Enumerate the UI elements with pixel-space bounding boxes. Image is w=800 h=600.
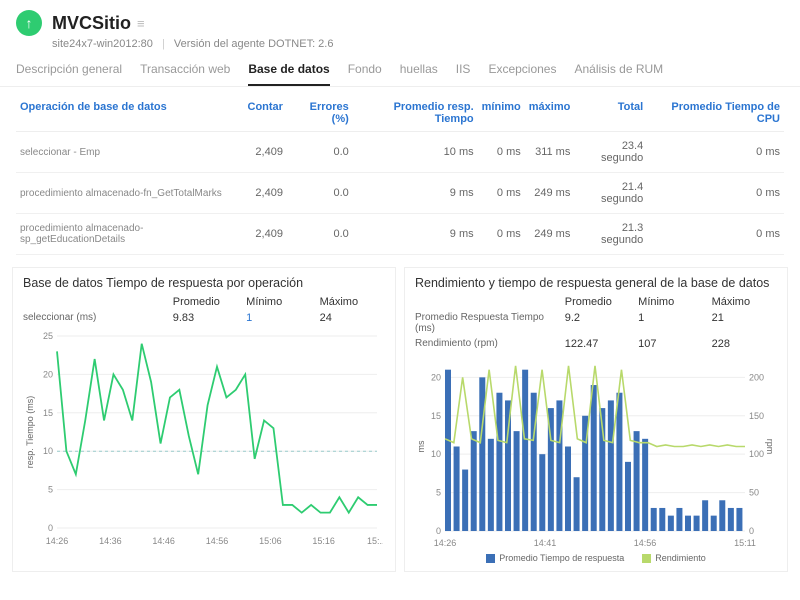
- svg-text:rpm: rpm: [765, 439, 775, 455]
- table-row[interactable]: procedimiento almacenado-sp_getEducation…: [16, 214, 784, 255]
- svg-text:15:11: 15:11: [734, 538, 756, 548]
- svg-text:ms: ms: [416, 440, 426, 452]
- page-title: MVCSitio: [52, 13, 131, 34]
- col-min[interactable]: mínimo: [478, 95, 525, 132]
- svg-text:20: 20: [43, 369, 53, 379]
- tab-fondo[interactable]: Fondo: [348, 62, 382, 86]
- tabs: Descripción general Transacción web Base d…: [0, 54, 800, 87]
- tab-transacción-web[interactable]: Transacción web: [140, 62, 230, 86]
- svg-text:15:06: 15:06: [259, 536, 282, 546]
- line-chart: 0 5 10 15 20 25 14:26 14:36 14:46 14:56 15:06 15:16…: [23, 330, 383, 550]
- col-operation[interactable]: Operación de base de datos: [16, 95, 244, 132]
- db-operations-table: Operación de base de datos Contar Errore…: [16, 95, 784, 255]
- chart-throughput-response: Rendimiento y tiempo de respuesta genera…: [404, 267, 788, 572]
- bar-line-chart: 0510152005010015020014:2614:4114:5615:11…: [415, 356, 775, 551]
- svg-text:10: 10: [43, 446, 53, 456]
- col-errors[interactable]: Errores (%): [287, 95, 353, 132]
- svg-text:14:26: 14:26: [46, 536, 69, 546]
- col-total[interactable]: Total: [574, 95, 647, 132]
- svg-text:20: 20: [431, 372, 441, 382]
- table-row[interactable]: procedimiento almacenado-fn_GetTotalMark…: [16, 173, 784, 214]
- chart-title: Rendimiento y tiempo de respuesta genera…: [415, 276, 777, 290]
- svg-text:200: 200: [749, 372, 764, 382]
- tab-huellas[interactable]: huellas: [400, 62, 438, 86]
- host-text: site24x7-win2012:80: [52, 38, 153, 50]
- legend: Promedio Tiempo de respuesta Rendimiento: [415, 553, 777, 563]
- svg-text:5: 5: [48, 485, 53, 495]
- tab-excepciones[interactable]: Excepciones: [488, 62, 556, 86]
- svg-text:14:46: 14:46: [152, 536, 175, 546]
- svg-text:0: 0: [436, 526, 441, 536]
- svg-text:15:16: 15:16: [312, 536, 335, 546]
- header: ↑ MVCSitio ≡ site24x7-win2012:80 | Versi…: [0, 0, 800, 54]
- svg-text:10: 10: [431, 449, 441, 459]
- svg-text:15: 15: [431, 411, 441, 421]
- col-avg[interactable]: Promedio resp. Tiempo: [353, 95, 478, 132]
- tab-descripción-general[interactable]: Descripción general: [16, 62, 122, 86]
- table-row[interactable]: seleccionar - Emp2,4090.010 ms0 ms311 ms…: [16, 132, 784, 173]
- status-up-icon: ↑: [16, 10, 42, 36]
- svg-text:14:56: 14:56: [634, 538, 657, 548]
- svg-text:15: 15: [43, 408, 53, 418]
- svg-text:14:26: 14:26: [434, 538, 457, 548]
- chart-title: Base de datos Tiempo de respuesta por op…: [23, 276, 385, 290]
- chart-response-by-operation: Base de datos Tiempo de respuesta por op…: [12, 267, 396, 572]
- svg-text:100: 100: [749, 449, 764, 459]
- svg-text:0: 0: [749, 526, 754, 536]
- col-cpu[interactable]: Promedio Tiempo de CPU: [647, 95, 784, 132]
- hamburger-icon[interactable]: ≡: [137, 16, 145, 31]
- svg-text:14:56: 14:56: [206, 536, 229, 546]
- tab-iis[interactable]: IIS: [456, 62, 471, 86]
- svg-text:25: 25: [43, 331, 53, 341]
- svg-text:5: 5: [436, 488, 441, 498]
- agent-version-text: Versión del agente DOTNET: 2.6: [174, 38, 334, 50]
- tab-análisis-de-rum[interactable]: Análisis de RUM: [574, 62, 663, 86]
- svg-text:14:36: 14:36: [99, 536, 122, 546]
- col-max[interactable]: máximo: [525, 95, 575, 132]
- svg-text:50: 50: [749, 488, 759, 498]
- svg-text:150: 150: [749, 411, 764, 421]
- col-count[interactable]: Contar: [244, 95, 287, 132]
- svg-text:resp. Tiempo (ms): resp. Tiempo (ms): [25, 396, 35, 469]
- tab-base-de-datos[interactable]: Base de datos: [248, 62, 329, 86]
- subtitle: site24x7-win2012:80 | Versión del agente…: [52, 38, 784, 50]
- svg-text:14:41: 14:41: [534, 538, 557, 548]
- svg-text:15:...: 15:...: [367, 536, 383, 546]
- svg-text:0: 0: [48, 523, 53, 533]
